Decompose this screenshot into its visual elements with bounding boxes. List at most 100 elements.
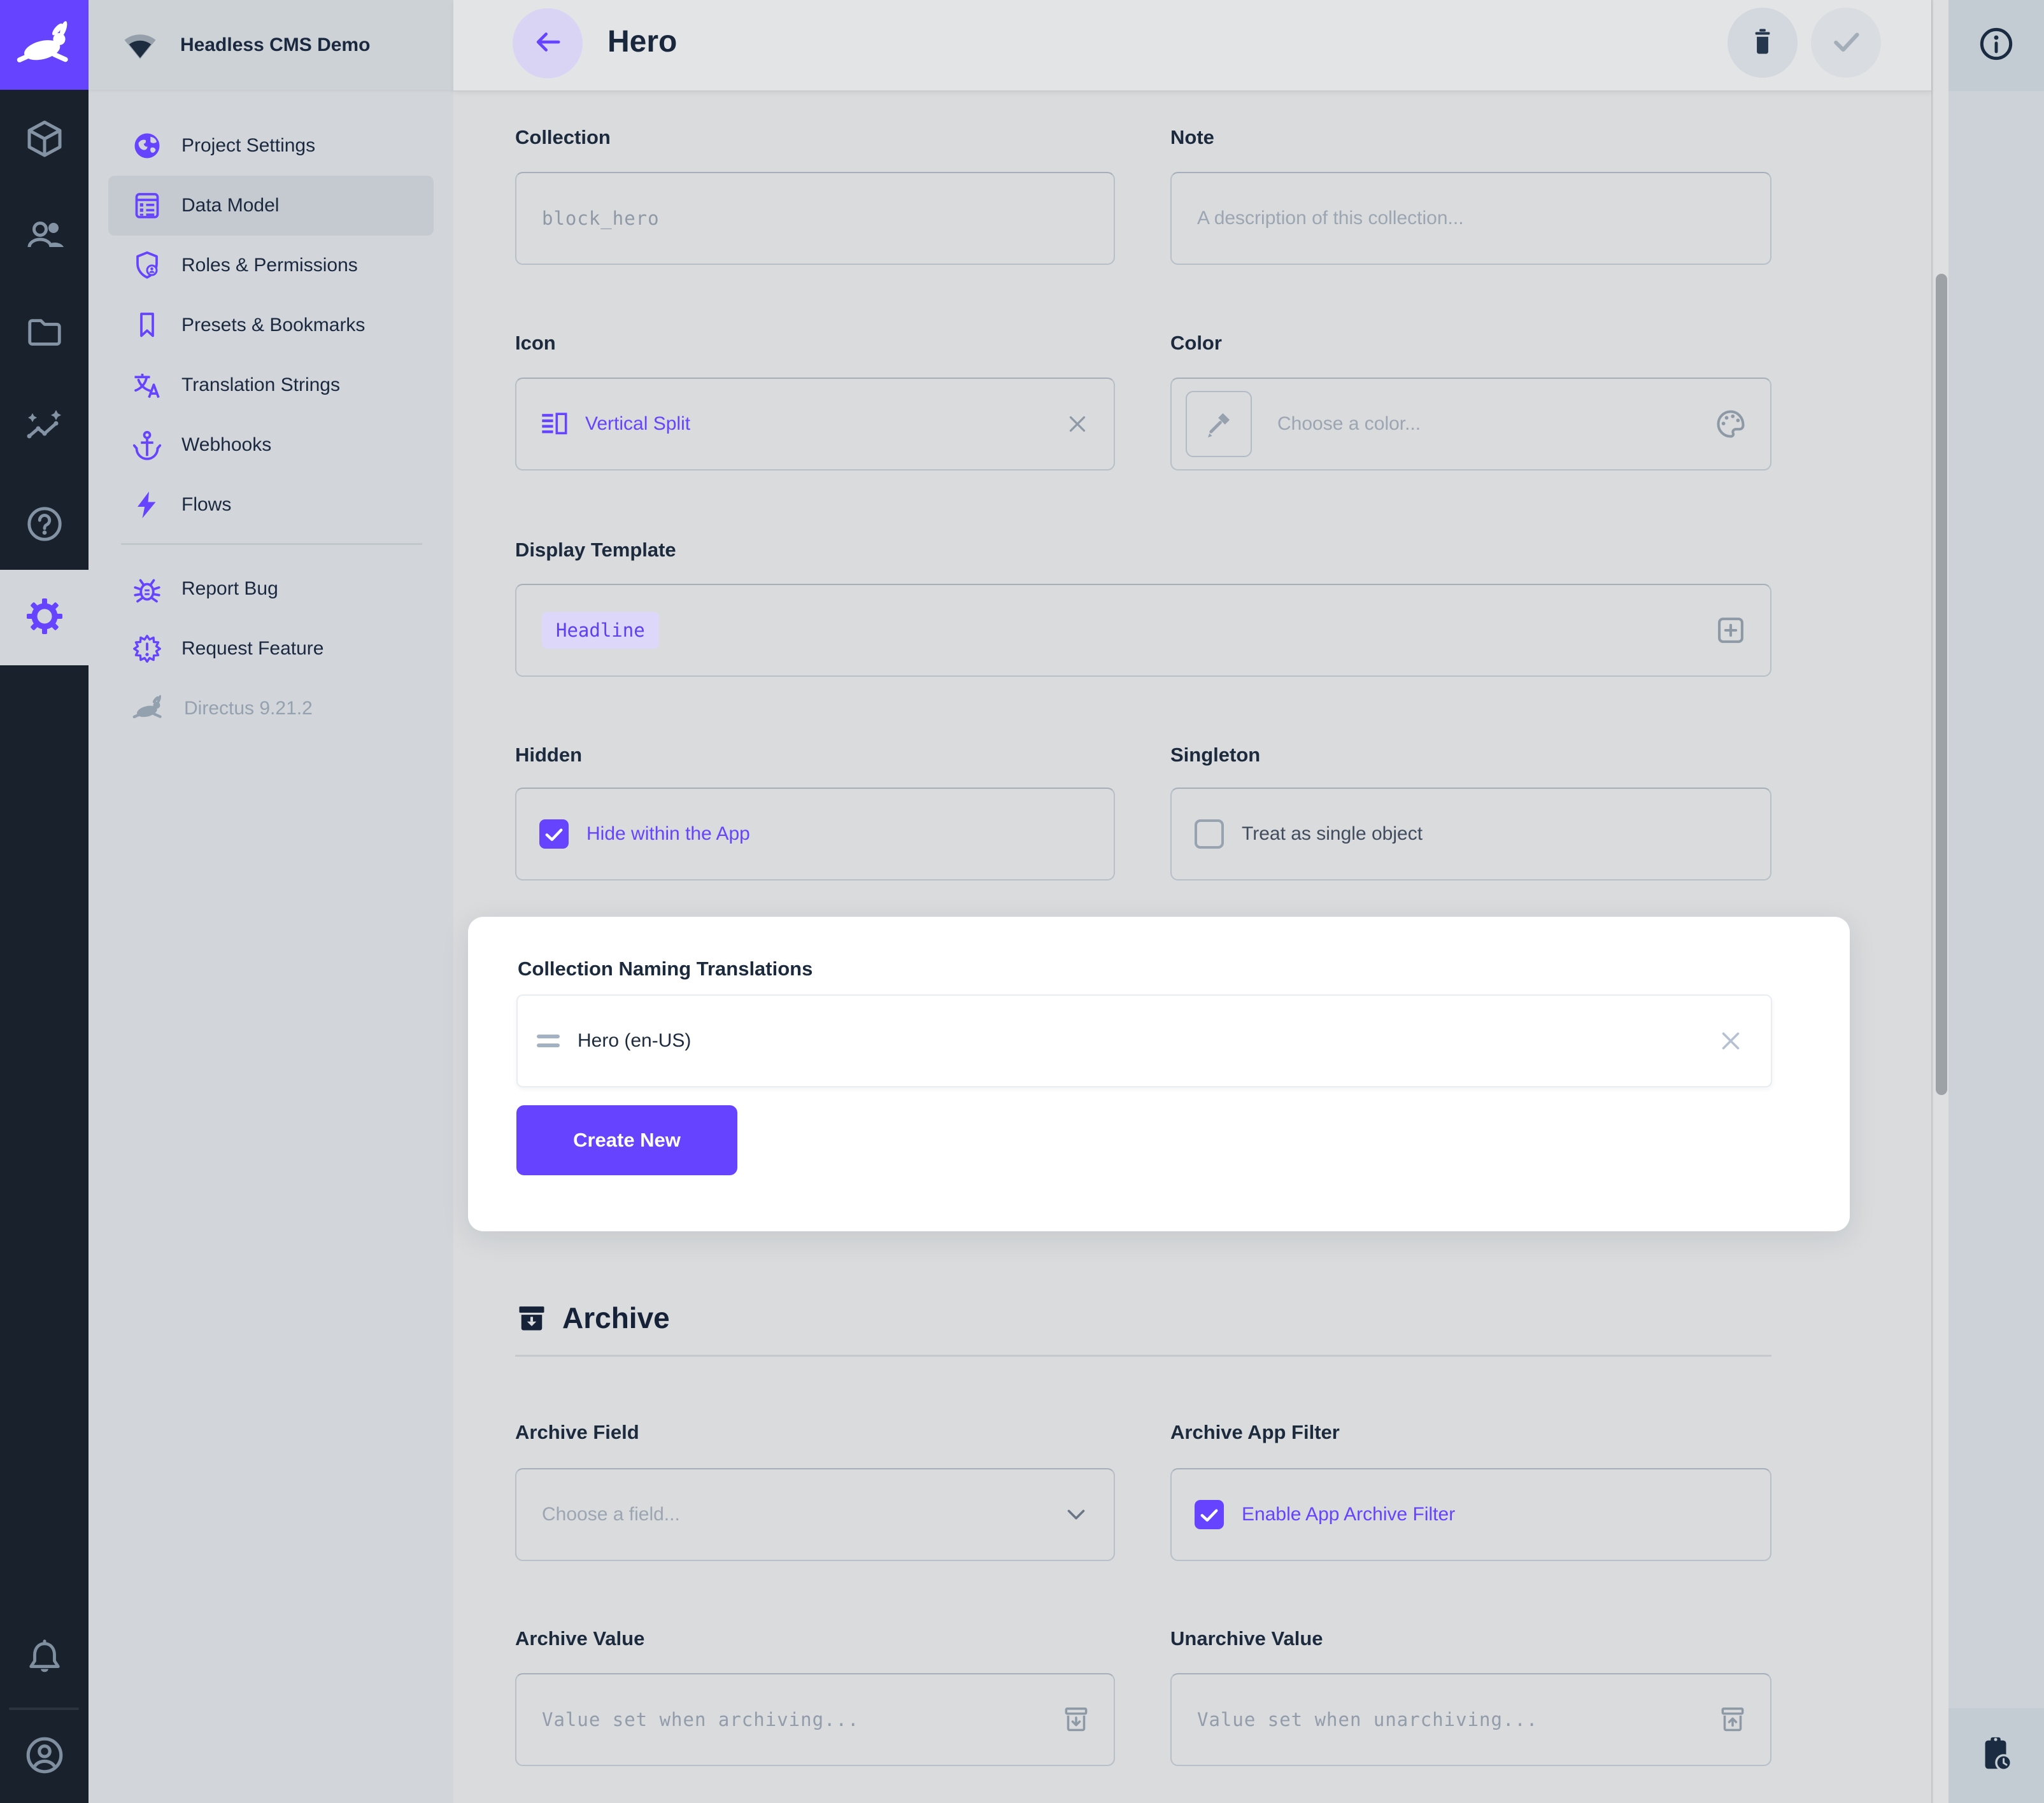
bug-icon [132, 574, 162, 604]
translations-card-label: Collection Naming Translations [518, 958, 813, 980]
trash-icon [1746, 25, 1779, 61]
vertical-split-icon [539, 409, 569, 439]
archive-icon [515, 1301, 548, 1334]
sidebar-divider [121, 543, 422, 545]
archive-app-filter-field[interactable]: Enable App Archive Filter [1170, 1468, 1771, 1561]
note-field-label: Note [1170, 126, 1771, 149]
module-users-button[interactable] [0, 188, 89, 283]
page-header: Hero [453, 0, 1931, 92]
save-button[interactable] [1811, 8, 1881, 78]
version-label: Directus 9.21.2 [184, 698, 313, 719]
sidebar-item-label: Presets & Bookmarks [181, 315, 365, 336]
unarchive-value-field[interactable] [1172, 1709, 1770, 1730]
sidebar-item-label: Roles & Permissions [181, 255, 358, 276]
right-sidebar [1948, 0, 2044, 1803]
module-insights-button[interactable] [0, 382, 89, 477]
color-placeholder: Choose a color... [1277, 413, 1421, 435]
archive-heading-text: Archive [562, 1301, 670, 1335]
hidden-checkbox-label: Hide within the App [586, 823, 750, 845]
eyedropper-button[interactable] [1186, 391, 1252, 457]
archive-value-input[interactable] [515, 1673, 1115, 1766]
color-field-label: Color [1170, 332, 1771, 355]
display-template-field[interactable]: Headline [515, 584, 1771, 677]
archive-value-field[interactable] [516, 1709, 1114, 1730]
notifications-button[interactable] [0, 1611, 89, 1707]
add-box-icon[interactable] [1714, 614, 1747, 647]
note-input[interactable] [1170, 172, 1771, 265]
module-files-button[interactable] [0, 286, 89, 382]
archive-divider [515, 1355, 1771, 1357]
gear-icon [24, 596, 65, 640]
collection-input [515, 172, 1115, 265]
sidebar-item-project-settings[interactable]: Project Settings [89, 116, 453, 176]
sidebar-item-data-model[interactable]: Data Model [89, 176, 453, 236]
unarchive-value-input[interactable] [1170, 1673, 1771, 1766]
note-input-field[interactable] [1172, 208, 1770, 229]
people-icon [24, 214, 65, 258]
template-chip[interactable]: Headline [542, 612, 659, 649]
checkbox-checked-icon[interactable] [1195, 1500, 1224, 1529]
folder-icon [25, 313, 64, 356]
close-icon[interactable] [1064, 411, 1091, 437]
unarchive-up-icon [1717, 1704, 1749, 1736]
sidebar-item-webhooks[interactable]: Webhooks [89, 415, 453, 475]
module-content-button[interactable] [0, 92, 89, 188]
sidebar-item-label: Data Model [181, 195, 279, 216]
back-button[interactable] [513, 8, 583, 78]
archive-app-filter-checkbox-label: Enable App Archive Filter [1242, 1504, 1455, 1525]
directus-rabbit-icon [132, 692, 165, 725]
module-bar [0, 0, 89, 1803]
translation-row[interactable]: Hero (en-US) [516, 994, 1772, 1087]
activity-sidebar-button[interactable] [1948, 1708, 2044, 1803]
palette-icon [1714, 407, 1747, 441]
sidebar-item-report-bug[interactable]: Report Bug [89, 559, 453, 619]
scrollbar-thumb[interactable] [1936, 274, 1947, 1095]
project-header[interactable]: Headless CMS Demo [89, 0, 453, 90]
archive-field-label: Archive Field [515, 1421, 1115, 1444]
main-content: Hero Collection Note Icon Color Vertical… [453, 0, 1933, 1803]
settings-sidebar: Headless CMS Demo Project Settings Data … [89, 0, 453, 1803]
sidebar-item-label: Translation Strings [181, 374, 340, 396]
checkbox-checked-icon[interactable] [539, 819, 569, 849]
shield-person-icon [132, 250, 162, 281]
info-sidebar-button[interactable] [1948, 0, 2044, 91]
create-new-button[interactable]: Create New [516, 1105, 737, 1175]
singleton-checkbox-label: Treat as single object [1242, 823, 1423, 845]
sidebar-item-roles-permissions[interactable]: Roles & Permissions [89, 236, 453, 295]
archive-value-label: Archive Value [515, 1627, 1115, 1650]
checkbox-unchecked-icon[interactable] [1195, 819, 1224, 849]
cube-icon [24, 118, 65, 162]
translate-icon [132, 370, 162, 400]
delete-collection-button[interactable] [1728, 8, 1798, 78]
module-settings-button[interactable] [0, 570, 89, 665]
singleton-checkbox-field[interactable]: Treat as single object [1170, 788, 1771, 880]
close-icon[interactable] [1716, 1026, 1745, 1056]
clipboard-clock-icon [1977, 1734, 2016, 1777]
insights-icon [24, 408, 65, 452]
bookmark-icon [132, 310, 162, 341]
unarchive-value-label: Unarchive Value [1170, 1627, 1771, 1650]
eyedropper-icon [1202, 407, 1235, 441]
sidebar-item-label: Flows [181, 494, 231, 516]
collection-naming-translations-card: Collection Naming Translations Hero (en-… [468, 917, 1850, 1231]
sidebar-version: Directus 9.21.2 [89, 679, 453, 739]
sidebar-item-request-feature[interactable]: Request Feature [89, 619, 453, 679]
collection-input-value [516, 208, 1114, 229]
drag-handle-icon[interactable] [537, 1035, 560, 1047]
sidebar-item-label: Request Feature [181, 638, 323, 660]
archive-field-select[interactable]: Choose a field... [515, 1468, 1115, 1561]
account-button[interactable] [0, 1709, 89, 1803]
directus-logo[interactable] [0, 0, 89, 90]
color-picker-field[interactable]: Choose a color... [1170, 378, 1771, 470]
sidebar-item-translation-strings[interactable]: Translation Strings [89, 355, 453, 415]
icon-select[interactable]: Vertical Split [515, 378, 1115, 470]
arrow-left-icon [532, 26, 564, 61]
help-icon [25, 504, 64, 547]
module-docs-button[interactable] [0, 477, 89, 573]
project-name: Headless CMS Demo [180, 34, 370, 56]
wifi-signal-icon [122, 27, 159, 64]
info-icon [1978, 25, 2015, 66]
sidebar-item-flows[interactable]: Flows [89, 475, 453, 535]
hidden-checkbox-field[interactable]: Hide within the App [515, 788, 1115, 880]
sidebar-item-presets-bookmarks[interactable]: Presets & Bookmarks [89, 295, 453, 355]
